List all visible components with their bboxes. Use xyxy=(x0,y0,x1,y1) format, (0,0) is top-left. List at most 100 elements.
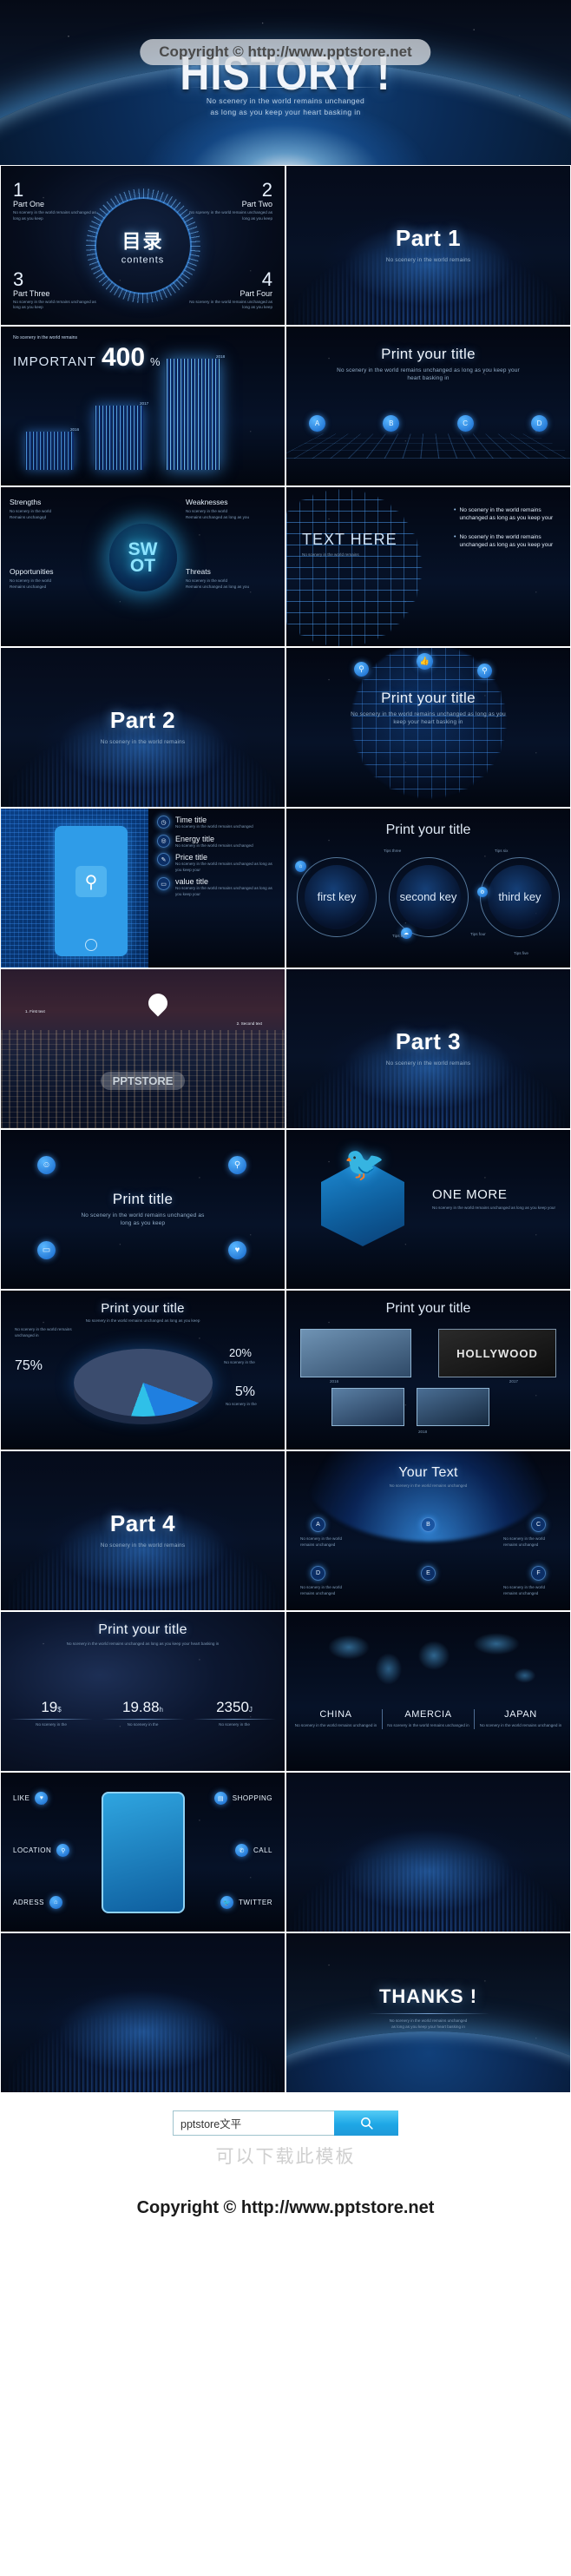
node-c-icon[interactable]: C xyxy=(531,1517,546,1532)
slide-three-keys[interactable]: Print your title first key ⌂ second key … xyxy=(286,808,571,968)
country-china[interactable]: CHINA No scenery in the world remains un… xyxy=(293,1709,378,1729)
home-icon: ⌂ xyxy=(49,1896,62,1909)
pin-icon[interactable]: ⚲ xyxy=(354,662,369,677)
slide-statistics[interactable]: Print your title No scenery in the world… xyxy=(0,1611,286,1772)
slide-part-1[interactable]: Part 1 No scenery in the world remains xyxy=(286,165,571,326)
contents-item-3[interactable]: 3 Part Three No scenery in the world rem… xyxy=(13,269,103,311)
stat-3-unit: J xyxy=(248,1706,253,1714)
feature-1-title: Time title xyxy=(175,816,207,824)
country-china-name: CHINA xyxy=(319,1709,352,1720)
slide-print-title-globe[interactable]: ⚲ 👍 ⚲ Print your title No scenery in the… xyxy=(286,647,571,808)
your-text-node-row-1: A B C xyxy=(311,1517,546,1532)
slide-contents[interactable]: 目录 contents 1 Part One No scenery in the… xyxy=(0,165,286,326)
stat-1: 19$ No scenery in the xyxy=(10,1699,93,1728)
node-d-icon[interactable]: D xyxy=(311,1566,325,1581)
social-item-adress[interactable]: ADRESS ⌂ xyxy=(13,1896,62,1909)
feature-item[interactable]: ◎ Energy title No scenery in the world r… xyxy=(157,834,278,849)
pin-icon[interactable]: ⚲ xyxy=(477,664,492,678)
pie-slice-3-value: 5% xyxy=(234,1384,255,1399)
slide-print-title-icons[interactable]: Print your title No scenery in the world… xyxy=(286,326,571,486)
bar-2017-label: 2017 xyxy=(140,401,149,406)
social-item-call[interactable]: ✆ CALL xyxy=(234,1844,272,1857)
node-d-icon[interactable]: D xyxy=(530,415,548,432)
slide-part-4[interactable]: Part 4 No scenery in the world remains xyxy=(0,1450,286,1611)
pin-icon[interactable]: ⚲ xyxy=(228,1156,246,1174)
search-input[interactable] xyxy=(173,2110,334,2136)
gallery-photo-2[interactable] xyxy=(331,1388,404,1426)
cart-icon: ▤ xyxy=(213,1792,227,1805)
country-japan-name: JAPAN xyxy=(504,1709,537,1720)
key-3[interactable]: third key ⚙ xyxy=(477,857,560,937)
contents-item-4-number: 4 xyxy=(261,268,272,290)
node-b-icon[interactable]: B xyxy=(421,1517,436,1532)
slide-world-map[interactable]: CHINA No scenery in the world remains un… xyxy=(286,1611,571,1772)
feature-item[interactable]: ▭ value title No scenery in the world re… xyxy=(157,877,278,897)
contents-item-2[interactable]: 2 Part Two No scenery in the world remai… xyxy=(182,179,272,221)
swot-strengths-bullet-1: No scenery in the world xyxy=(10,509,52,513)
social-item-location[interactable]: LOCATION ⚲ xyxy=(13,1844,70,1857)
wireframe-globe-graphic xyxy=(286,489,425,646)
chat-icon[interactable]: ▭ xyxy=(37,1241,56,1259)
slide-fiber-texture-a[interactable] xyxy=(286,1772,571,1932)
slide-phone-features[interactable]: ⚲ ◷ Time title No scenery in the world r… xyxy=(0,808,286,968)
stats-head: Print your title No scenery in the world… xyxy=(1,1622,285,1648)
social-item-like[interactable]: LIKE ♥ xyxy=(13,1792,49,1805)
node-e-icon[interactable]: E xyxy=(421,1566,436,1581)
part-4-subtitle: No scenery in the world remains xyxy=(100,1542,186,1549)
feature-2-title: Energy title xyxy=(175,834,215,843)
contents-item-2-number: 2 xyxy=(261,179,272,201)
social-item-twitter[interactable]: 🐦 TWITTER xyxy=(220,1896,272,1909)
feature-4-title: value title xyxy=(175,877,209,887)
tip-label-three: Tips three xyxy=(384,849,402,853)
search-button[interactable] xyxy=(334,2110,398,2136)
key-2[interactable]: second key ☁ xyxy=(388,857,469,939)
slide-print-title-four-icons[interactable]: ☺ ⚲ ▭ ♥ Print title No scenery in the wo… xyxy=(0,1129,286,1290)
feature-item[interactable]: ◷ Time title No scenery in the world rem… xyxy=(157,816,278,830)
part-4-text-block: Part 4 No scenery in the world remains xyxy=(1,1510,285,1549)
text-here-bullet-1: No scenery in the world remains unchange… xyxy=(459,507,554,522)
slide-thanks[interactable]: THANKS ! No scenery in the world remains… xyxy=(286,1932,571,2093)
slide-part-3[interactable]: Part 3 No scenery in the world remains xyxy=(286,968,571,1129)
node-c-icon[interactable]: C xyxy=(456,415,474,432)
feature-item[interactable]: ✎ Price title No scenery in the world re… xyxy=(157,853,278,873)
slide-city-map[interactable]: 1. First text 2. Second text PPTSTORE xyxy=(0,968,286,1129)
node-f-icon[interactable]: F xyxy=(531,1566,546,1581)
contents-item-1[interactable]: 1 Part One No scenery in the world remai… xyxy=(13,179,103,221)
node-a-desc: No scenery in the world remains unchange… xyxy=(300,1536,343,1547)
feature-2-desc: No scenery in the world remains unchange… xyxy=(175,842,253,848)
slide-important-chart[interactable]: 2016 2017 2018 No scenery in the world r… xyxy=(0,326,286,486)
node-b-icon[interactable]: B xyxy=(383,415,400,432)
part-3-subtitle: No scenery in the world remains xyxy=(385,1060,471,1067)
country-japan[interactable]: JAPAN No scenery in the world remains un… xyxy=(478,1709,563,1729)
pie-slice-2-value: 20% xyxy=(228,1346,252,1359)
slide-swot[interactable]: SW OT Strengths No scenery in the world … xyxy=(0,486,286,647)
slide-photo-gallery[interactable]: Print your title HOLLYWOOD 2016 2017 201… xyxy=(286,1290,571,1450)
slide-pie-chart[interactable]: Print your title No scenery in the world… xyxy=(0,1290,286,1450)
slide-text-here[interactable]: TEXT HERE No scenery in the world remain… xyxy=(286,486,571,647)
gallery-photo-3[interactable] xyxy=(417,1388,489,1426)
swot-threats: Threats No scenery in the world Remains … xyxy=(186,567,276,590)
gallery-photo-1[interactable] xyxy=(300,1329,411,1377)
stat-2-unit: h xyxy=(159,1706,163,1714)
slide-part-2[interactable]: Part 2 No scenery in the world remains xyxy=(0,647,286,808)
pin-icon: ⚲ xyxy=(75,866,107,897)
key-1[interactable]: first key ⌂ xyxy=(295,857,377,937)
swot-threats-heading: Threats xyxy=(186,567,211,576)
node-a-icon[interactable]: A xyxy=(311,1517,325,1532)
thanks-subtitle-line-2: as long as you keep your heart basking i… xyxy=(391,2024,465,2029)
gallery-banner[interactable]: HOLLYWOOD xyxy=(438,1329,556,1377)
heart-icon[interactable]: ♥ xyxy=(228,1241,246,1259)
contents-item-4[interactable]: 4 Part Four No scenery in the world rema… xyxy=(182,268,272,311)
node-f-desc: No scenery in the world remains unchange… xyxy=(503,1585,546,1595)
slide-your-text[interactable]: Your Text No scenery in the world remain… xyxy=(286,1450,571,1611)
social-item-shopping[interactable]: ▤ SHOPPING xyxy=(213,1792,272,1805)
contents-item-1-number: 1 xyxy=(13,179,24,201)
node-a-icon[interactable]: A xyxy=(309,415,325,432)
slide-fiber-texture-b[interactable] xyxy=(0,1932,286,2093)
country-amercia[interactable]: AMERCIA No scenery in the world remains … xyxy=(386,1709,471,1729)
slide-social-contact[interactable]: LIKE ♥ LOCATION ⚲ ADRESS ⌂ ▤ SHOPPING ✆ … xyxy=(0,1772,286,1932)
user-icon[interactable]: ☺ xyxy=(37,1156,56,1174)
thumb-up-icon[interactable]: 👍 xyxy=(417,653,433,670)
slide-one-more[interactable]: 🐦 ONE MORE No scenery in the world remai… xyxy=(286,1129,571,1290)
stat-3: 2350J No scenery in the xyxy=(193,1699,276,1728)
